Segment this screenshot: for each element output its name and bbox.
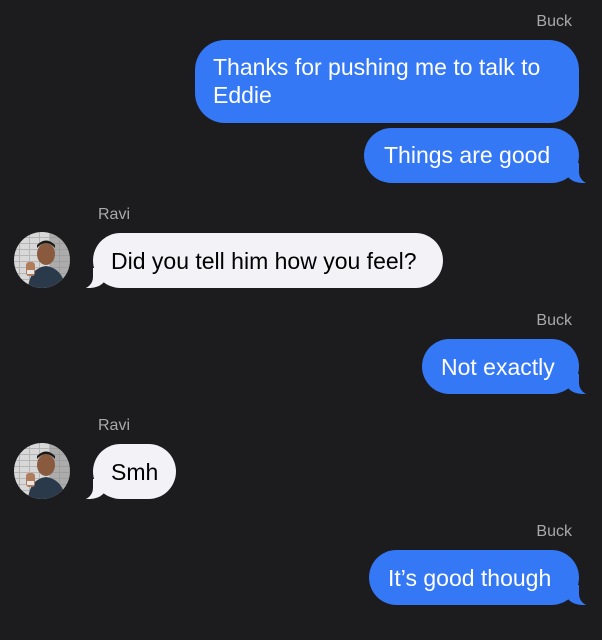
ravi-avatar-photo-icon bbox=[14, 443, 70, 499]
ravi-avatar-photo-icon bbox=[14, 232, 70, 288]
message-bubble-incoming[interactable]: Did you tell him how you feel? bbox=[79, 233, 443, 289]
message-bubble-incoming[interactable]: Smh bbox=[79, 444, 176, 500]
sender-label-buck: Buck bbox=[536, 523, 572, 540]
sender-label-buck: Buck bbox=[536, 13, 572, 30]
contact-avatar[interactable] bbox=[14, 232, 70, 288]
sender-label-buck: Buck bbox=[536, 312, 572, 329]
sender-label-ravi: Ravi bbox=[98, 417, 131, 434]
contact-avatar[interactable] bbox=[14, 443, 70, 499]
message-bubble-outgoing[interactable]: It’s good though bbox=[369, 550, 593, 606]
message-thread: Buck Thanks for pushing me to talk to Ed… bbox=[0, 0, 602, 640]
sender-label-ravi: Ravi bbox=[98, 206, 131, 223]
message-bubble-outgoing[interactable]: Thanks for pushing me to talk to Eddie bbox=[195, 40, 579, 123]
message-bubble-outgoing[interactable]: Things are good bbox=[364, 128, 593, 184]
message-bubble-outgoing[interactable]: Not exactly bbox=[422, 339, 593, 395]
